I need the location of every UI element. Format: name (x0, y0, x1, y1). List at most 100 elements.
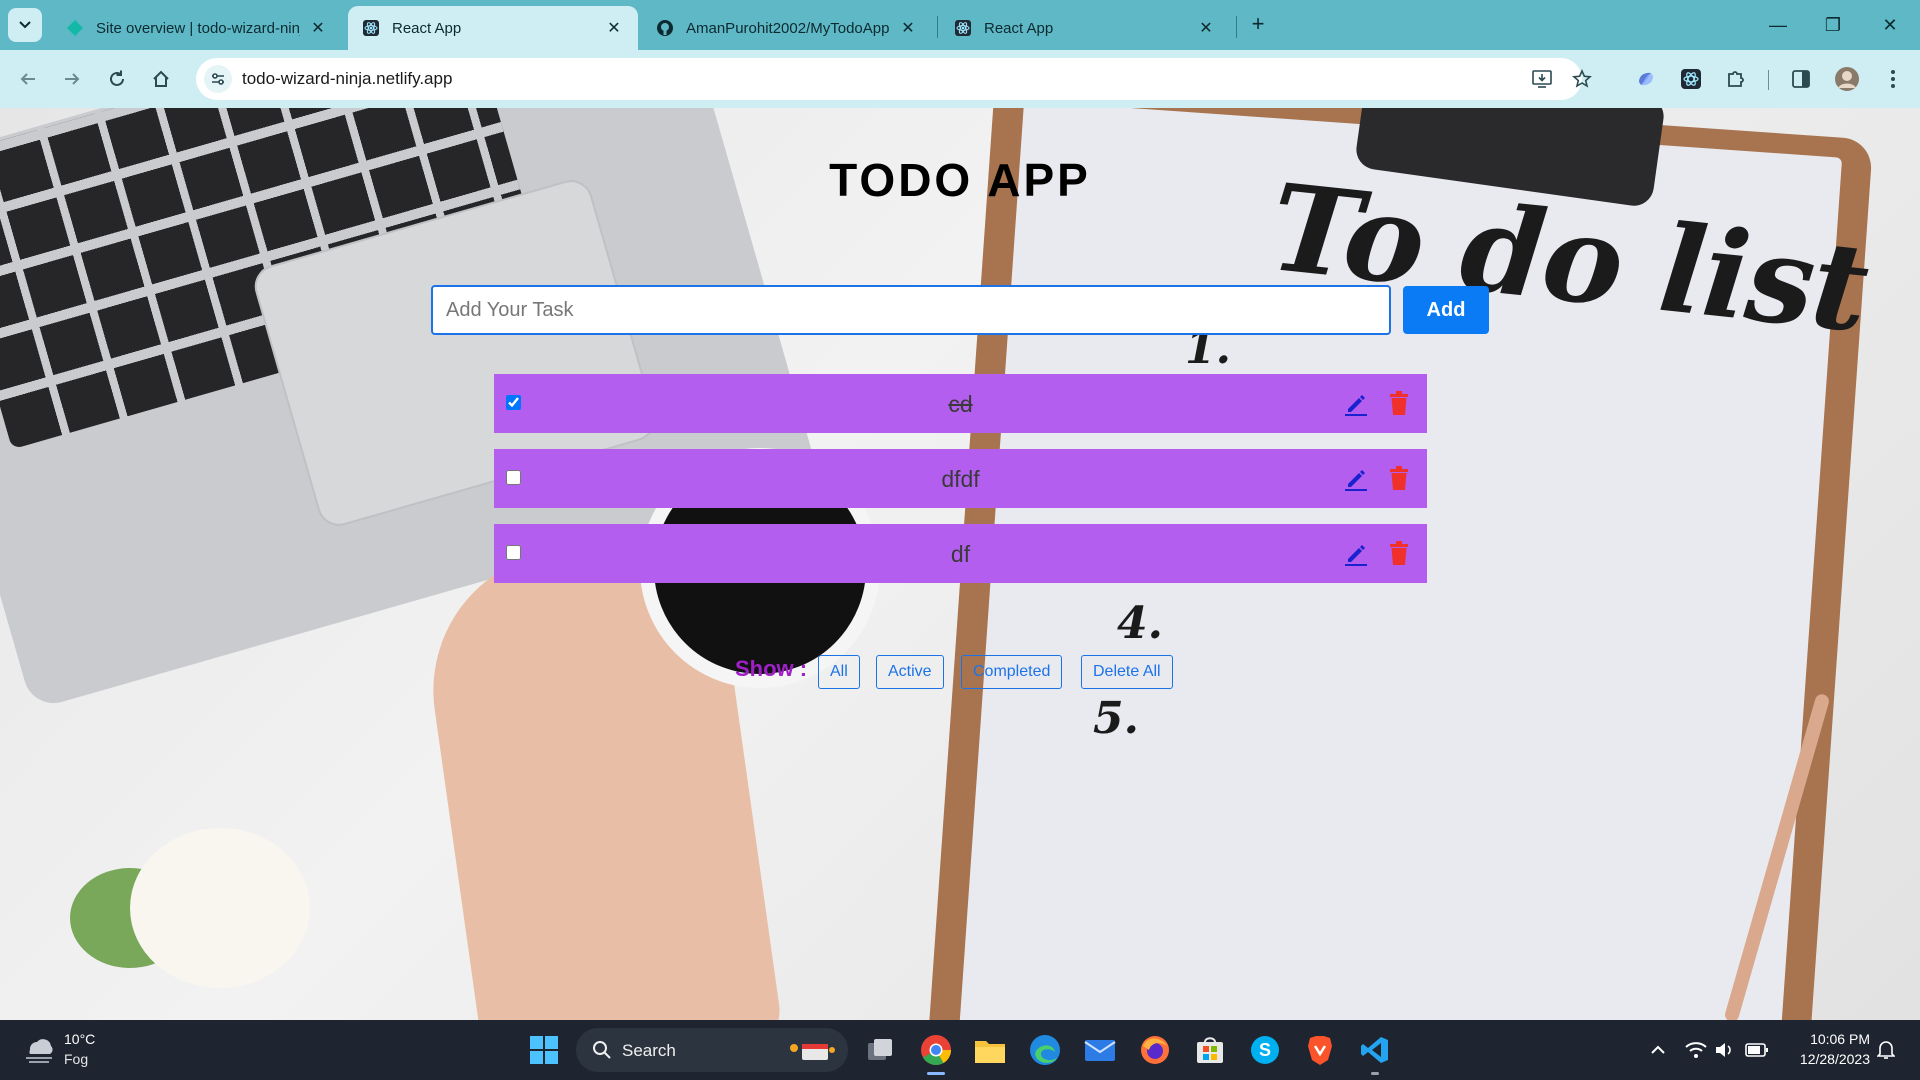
tab-title: React App (392, 19, 462, 37)
trash-icon[interactable] (1387, 540, 1411, 566)
home-button[interactable] (146, 64, 176, 94)
avatar-icon (1835, 67, 1859, 91)
mail-button[interactable] (1082, 1032, 1118, 1068)
profile-avatar[interactable] (1834, 66, 1860, 92)
file-explorer-button[interactable] (972, 1032, 1008, 1068)
running-app-indicator (1371, 1072, 1379, 1075)
task-view-icon (868, 1039, 892, 1060)
url-text: todo-wizard-ninja.netlify.app (242, 69, 453, 88)
todo-item: cd (494, 374, 1427, 433)
show-filter-label: Show : (735, 656, 808, 681)
tab-search-button[interactable] (8, 8, 42, 42)
taskbar-search[interactable]: Search (576, 1028, 848, 1072)
edit-icon[interactable] (1343, 465, 1369, 491)
restore-button[interactable]: ❐ (1813, 10, 1853, 40)
tab-react-app[interactable]: React App ✕ (940, 6, 1230, 50)
edge-button[interactable] (1027, 1032, 1063, 1068)
chrome-taskbar-button[interactable] (918, 1032, 954, 1068)
chevron-up-icon (1651, 1045, 1665, 1054)
task-view-button[interactable] (862, 1032, 898, 1068)
fog-cloud-icon (26, 1039, 53, 1063)
edge-icon (1030, 1035, 1060, 1065)
wifi-icon (1685, 1042, 1707, 1058)
new-tab-button[interactable]: + (1245, 12, 1271, 38)
start-button[interactable] (526, 1032, 562, 1068)
background-number: 5. (1093, 693, 1139, 744)
filter-all-button[interactable]: All (818, 655, 860, 689)
tab-title: Site overview | todo-wizard-ninja (96, 19, 300, 37)
extension-button[interactable] (1633, 66, 1659, 92)
brave-button[interactable] (1302, 1032, 1338, 1068)
filter-completed-button[interactable]: Completed (961, 655, 1063, 689)
volume-status[interactable] (1713, 1038, 1737, 1062)
install-app-button[interactable] (1530, 67, 1554, 91)
page-viewport: To do list 1. 2. 3. 4. 5. TODO APP Add c… (0, 108, 1920, 1020)
bookmark-button[interactable] (1570, 67, 1594, 91)
weather-temperature: 10°C (64, 1031, 96, 1047)
todo-item: dfdf (494, 449, 1427, 508)
skype-button[interactable]: S (1247, 1032, 1283, 1068)
task-input[interactable] (431, 285, 1391, 335)
tab-site-overview[interactable]: Site overview | todo-wizard-ninja ✕ (52, 6, 342, 50)
microsoft-store-button[interactable] (1192, 1032, 1228, 1068)
edit-icon[interactable] (1343, 390, 1369, 416)
brave-icon (1308, 1036, 1332, 1065)
address-bar[interactable]: todo-wizard-ninja.netlify.app (196, 58, 1592, 100)
search-highlight-icon (790, 1044, 835, 1060)
side-panel-icon (1792, 70, 1810, 88)
reload-button[interactable] (102, 64, 132, 94)
trash-icon[interactable] (1387, 390, 1411, 416)
arrow-right-icon (65, 73, 80, 85)
site-info-button[interactable] (204, 65, 232, 93)
star-icon (1572, 69, 1592, 88)
todo-text: cd (948, 391, 973, 417)
delete-all-button[interactable]: Delete All (1081, 655, 1173, 689)
show-hidden-icons-button[interactable] (1646, 1038, 1670, 1062)
extension-button[interactable] (1678, 66, 1704, 92)
clock-time[interactable]: 10:06 PM (1786, 1031, 1870, 1047)
search-icon (593, 1041, 611, 1059)
windows-icon (530, 1036, 558, 1064)
edit-icon[interactable] (1343, 540, 1369, 566)
minimize-button[interactable]: — (1758, 10, 1798, 40)
chrome-icon (921, 1035, 951, 1066)
folder-icon (975, 1041, 1005, 1063)
page-title: TODO APP (829, 154, 1091, 206)
browser-menu-button[interactable] (1880, 66, 1906, 92)
side-panel-button[interactable] (1788, 66, 1814, 92)
back-button[interactable] (13, 64, 43, 94)
todo-text: dfdf (941, 466, 980, 492)
close-window-button[interactable]: ✕ (1870, 10, 1910, 40)
notifications-button[interactable] (1874, 1038, 1898, 1062)
add-task-button[interactable]: Add (1403, 286, 1489, 334)
filter-active-button[interactable]: Active (876, 655, 944, 689)
battery-icon (1745, 1043, 1768, 1057)
taskbar: 10°C Fog Search S 10:06 PM 12/28/2023 (0, 1020, 1920, 1080)
svg-text:S: S (1259, 1040, 1271, 1060)
clock-date[interactable]: 12/28/2023 (1786, 1051, 1870, 1067)
close-tab-icon[interactable]: ✕ (604, 18, 624, 38)
chevron-down-icon (19, 21, 31, 29)
tune-icon (212, 73, 224, 85)
firefox-button[interactable] (1137, 1032, 1173, 1068)
browser-toolbar: todo-wizard-ninja.netlify.app (0, 50, 1920, 108)
skype-icon: S (1251, 1036, 1279, 1064)
tab-title: AmanPurohit2002/MyTodoApp (686, 19, 890, 37)
vscode-icon (1361, 1037, 1388, 1063)
wifi-status[interactable] (1684, 1038, 1708, 1062)
tab-react-app-active[interactable]: React App ✕ (348, 6, 638, 50)
arrow-left-icon (20, 73, 35, 85)
forward-button[interactable] (57, 64, 87, 94)
tab-separator (1236, 16, 1237, 38)
trash-icon[interactable] (1387, 465, 1411, 491)
copilot-icon (1639, 72, 1653, 86)
vscode-button[interactable] (1357, 1032, 1393, 1068)
react-icon (955, 20, 971, 36)
close-tab-icon[interactable]: ✕ (1196, 18, 1216, 38)
extensions-menu-button[interactable] (1723, 66, 1749, 92)
store-icon (1197, 1037, 1223, 1063)
tab-github[interactable]: AmanPurohit2002/MyTodoApp ✕ (642, 6, 932, 50)
close-tab-icon[interactable]: ✕ (308, 18, 328, 38)
battery-status[interactable] (1745, 1038, 1769, 1062)
close-tab-icon[interactable]: ✕ (898, 18, 918, 38)
